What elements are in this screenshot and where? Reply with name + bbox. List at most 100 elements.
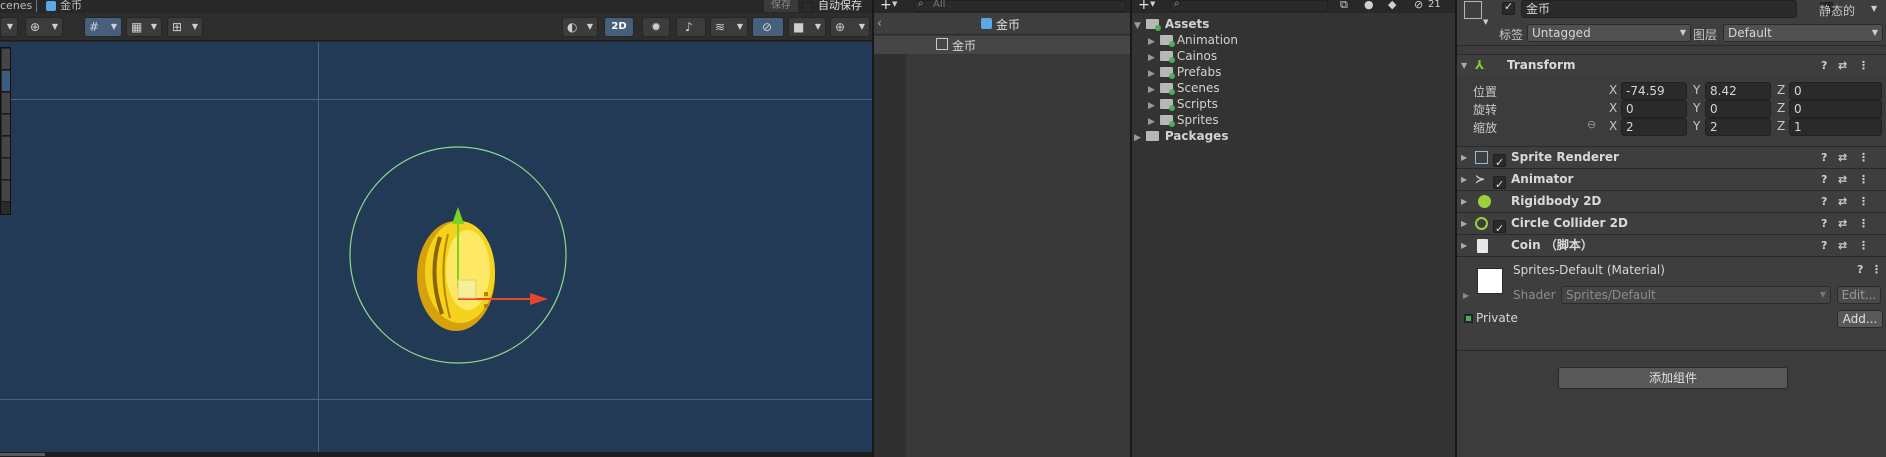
foldout-down-icon[interactable]: ▼	[1461, 55, 1467, 76]
material-preview[interactable]	[1477, 268, 1503, 294]
expand-right-icon[interactable]: ▶	[1134, 130, 1146, 146]
global-local-toggle[interactable]: ⊕ ▼	[25, 17, 63, 37]
increment-snap-toggle[interactable]: ⊞ ▼	[167, 17, 203, 37]
presets-icon[interactable]: ⇄	[1838, 191, 1847, 212]
chevron-down-icon[interactable]: ▼	[1150, 0, 1155, 8]
kebab-menu-icon[interactable]: ⋮	[1871, 263, 1882, 276]
hierarchy-scene-row[interactable]: ‹ 金币	[874, 13, 1130, 35]
help-icon[interactable]: ?	[1857, 263, 1863, 276]
rotation-x-field[interactable]: 0	[1621, 100, 1687, 118]
foldout-right-icon[interactable]: ▶	[1461, 147, 1467, 168]
project-folder-row[interactable]: ▶ Scenes	[1132, 80, 1455, 96]
tab-coin-scene[interactable]: 金币	[60, 0, 82, 12]
kebab-menu-icon[interactable]: ⋮	[1858, 235, 1869, 256]
grid-visibility-toggle[interactable]: ▦ ▼	[126, 17, 162, 37]
scene-view[interactable]	[0, 42, 872, 452]
component-header-rigidbody[interactable]: ▶ Rigidbody 2D ? ⇄ ⋮	[1457, 190, 1886, 212]
component-header-animator[interactable]: ▶ ≻ Animator ? ⇄ ⋮	[1457, 168, 1886, 195]
transform-header[interactable]: ▼ ⅄ Transform ? ⇄ ⋮	[1457, 54, 1886, 76]
help-icon[interactable]: ?	[1821, 147, 1827, 168]
chevron-down-icon[interactable]: ▼	[892, 0, 897, 8]
layer-dropdown[interactable]: Default ▼	[1723, 24, 1883, 42]
shader-dropdown[interactable]: Sprites/Default ▼	[1561, 286, 1831, 304]
component-header-circle-collider[interactable]: ▶ Circle Collider 2D ? ⇄ ⋮	[1457, 212, 1886, 239]
active-checkbox[interactable]	[1502, 0, 1515, 15]
kebab-menu-icon[interactable]: ⋮	[1858, 147, 1869, 168]
foldout-right-icon[interactable]: ▶	[1463, 291, 1469, 300]
hierarchy-search-input[interactable]: ⌕ All	[914, 0, 1126, 12]
component-header-coin-script[interactable]: ▶ Coin （脚本） ? ⇄ ⋮	[1457, 234, 1886, 256]
presets-icon[interactable]: ⇄	[1838, 169, 1847, 190]
position-z-field[interactable]: 0	[1789, 82, 1882, 100]
kebab-menu-icon[interactable]: ⋮	[1858, 169, 1869, 190]
object-name-field[interactable]: 金币	[1521, 0, 1797, 18]
search-by-type-icon[interactable]: ⧉	[1340, 0, 1348, 12]
audio-toggle[interactable]: ♪	[676, 17, 706, 37]
presets-icon[interactable]: ⇄	[1838, 235, 1847, 256]
scene-scrollbar[interactable]	[0, 453, 45, 456]
component-enabled-checkbox[interactable]	[1493, 174, 1506, 195]
add-icon[interactable]: +	[880, 0, 892, 13]
hierarchy-item[interactable]: 金币	[874, 36, 1130, 54]
grid-snap-toggle[interactable]: # ▼	[84, 17, 122, 37]
position-x-field[interactable]: -74.59	[1621, 82, 1687, 100]
hidden-packages-icon[interactable]: ⊘	[1414, 0, 1423, 11]
presets-icon[interactable]: ⇄	[1838, 213, 1847, 234]
add-component-button[interactable]: 添加组件	[1558, 367, 1788, 389]
autosave-checkbox[interactable]	[802, 2, 813, 13]
back-chevron-icon[interactable]: ‹	[877, 16, 882, 30]
project-assets-row[interactable]: ▼ Assets	[1132, 16, 1455, 32]
favorite-icon[interactable]: ◆	[1388, 0, 1396, 11]
constrain-link-icon[interactable]: ⊖	[1587, 118, 1596, 131]
help-icon[interactable]: ?	[1821, 191, 1827, 212]
foldout-right-icon[interactable]: ▶	[1461, 191, 1467, 212]
add-icon[interactable]: +	[1138, 0, 1150, 13]
2d-mode-button[interactable]: 2D	[604, 17, 634, 37]
help-icon[interactable]: ?	[1821, 235, 1827, 256]
foldout-right-icon[interactable]: ▶	[1461, 213, 1467, 234]
project-folder-row[interactable]: ▶ Sprites	[1132, 112, 1455, 128]
component-enabled-checkbox[interactable]	[1493, 152, 1506, 173]
project-folder-row[interactable]: ▶ Prefabs	[1132, 64, 1455, 80]
project-packages-row[interactable]: ▶ Packages	[1132, 128, 1455, 144]
kebab-menu-icon[interactable]: ⋮	[1858, 213, 1869, 234]
chevron-down-icon[interactable]: ▼	[1483, 18, 1488, 26]
coin-sprite[interactable]	[417, 221, 495, 331]
project-search-input[interactable]: ⌕	[1170, 0, 1328, 12]
save-button[interactable]: 保存	[764, 0, 798, 12]
kebab-menu-icon[interactable]: ⋮	[1858, 191, 1869, 212]
camera-dropdown[interactable]: ■ ▼	[788, 17, 826, 37]
foldout-right-icon[interactable]: ▶	[1461, 169, 1467, 190]
effects-dropdown[interactable]: ≋ ▼	[710, 17, 748, 37]
search-by-label-icon[interactable]: ●	[1364, 0, 1374, 11]
tag-dropdown[interactable]: Untagged ▼	[1527, 24, 1691, 42]
help-icon[interactable]: ?	[1821, 55, 1827, 76]
foldout-right-icon[interactable]: ▶	[1461, 235, 1467, 256]
add-material-button[interactable]: Add...	[1837, 310, 1883, 328]
scale-y-field[interactable]: 2	[1705, 118, 1771, 136]
help-icon[interactable]: ?	[1821, 169, 1827, 190]
kebab-menu-icon[interactable]: ⋮	[1858, 55, 1869, 76]
tab-scenes[interactable]: cenes	[0, 0, 32, 12]
position-y-field[interactable]: 8.42	[1705, 82, 1771, 100]
project-folder-row[interactable]: ▶ Cainos	[1132, 48, 1455, 64]
scene-visibility-toggle[interactable]: ⊘	[752, 17, 784, 37]
scale-z-field[interactable]: 1	[1789, 118, 1882, 136]
lighting-toggle[interactable]: ✹	[642, 17, 670, 37]
edit-shader-button[interactable]: Edit...	[1837, 286, 1881, 304]
project-folder-row[interactable]: ▶ Scripts	[1132, 96, 1455, 112]
private-checkbox[interactable]	[1464, 314, 1473, 323]
component-header-sprite-renderer[interactable]: ▶ Sprite Renderer ? ⇄ ⋮	[1457, 146, 1886, 173]
presets-icon[interactable]: ⇄	[1838, 147, 1847, 168]
help-icon[interactable]: ?	[1821, 213, 1827, 234]
draw-mode-dropdown[interactable]: ▼	[0, 17, 18, 37]
rotation-y-field[interactable]: 0	[1705, 100, 1771, 118]
chevron-down-icon[interactable]: ▼	[1871, 4, 1877, 13]
gizmos-dropdown[interactable]: ⊕ ▼	[830, 17, 870, 37]
scale-x-field[interactable]: 2	[1621, 118, 1687, 136]
shading-mode-dropdown[interactable]: ◐ ▼	[562, 17, 598, 37]
presets-icon[interactable]: ⇄	[1838, 55, 1847, 76]
project-folder-row[interactable]: ▶ Animation	[1132, 32, 1455, 48]
rotation-z-field[interactable]: 0	[1789, 100, 1882, 118]
component-enabled-checkbox[interactable]	[1493, 218, 1506, 239]
